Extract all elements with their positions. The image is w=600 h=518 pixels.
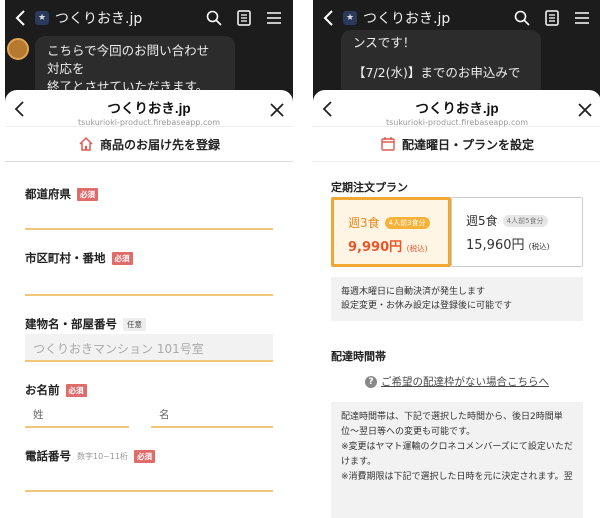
left-screen: ★ つくりおき.jp こちらで今回のお問い合わせ 対応を 終了とさせていただきま… xyxy=(5,0,293,518)
input-underline xyxy=(25,294,273,296)
menu-icon[interactable] xyxy=(573,9,591,27)
sheet-header: つくりおき.jp tsukurioki-product.firebaseapp.… xyxy=(313,90,600,127)
delivery-notes-box: 配達時間帯は、下記で選択した時間から、後日2時間単 位〜翌日等への変更も可能です… xyxy=(331,402,583,518)
delivery-time-heading: 配達時間帯 xyxy=(331,350,386,363)
sheet-header: つくりおき.jp tsukurioki-product.firebaseapp.… xyxy=(5,90,293,127)
name-field: お名前 必須 姓 名 xyxy=(25,382,273,438)
site-favicon-icon: ★ xyxy=(343,11,357,25)
plan-name: 週3食 xyxy=(348,216,380,230)
chat-line: こちらで今回のお問い合わせ xyxy=(47,43,210,58)
plan-option-5-meals[interactable]: 週5食 4人前5食分 15,960円 (税込) xyxy=(451,197,583,267)
required-badge: 必須 xyxy=(111,251,133,265)
plan-tax: (税込) xyxy=(528,242,550,251)
help-link-text: ご希望の配達枠がない場合こちらへ xyxy=(381,376,549,388)
chat-line: 【7/2(水)】までのお申込みで xyxy=(353,65,521,80)
plan-price: 9,990円 xyxy=(348,240,403,255)
sheet-url: tsukurioki-product.firebaseapp.com xyxy=(385,118,529,127)
note-line: 位〜翌日等への変更も可能です。 xyxy=(341,427,476,437)
calendar-icon xyxy=(381,137,395,151)
notes-icon[interactable] xyxy=(235,9,253,27)
delivery-help-link[interactable]: ? ご希望の配達枠がない場合こちらへ xyxy=(313,374,600,389)
building-input[interactable]: つくりおきマンション 101号室 xyxy=(25,334,273,362)
chevron-left-icon[interactable] xyxy=(13,100,25,118)
plan-heading: 定期注文プラン xyxy=(331,181,408,194)
required-badge: 必須 xyxy=(77,187,98,201)
address-form-sheet: つくりおき.jp tsukurioki-product.firebaseapp.… xyxy=(5,90,293,518)
plan-price: 15,960円 xyxy=(466,238,525,253)
plan-tax: (税込) xyxy=(406,244,428,253)
sheet-url: tsukurioki-product.firebaseapp.com xyxy=(77,118,221,127)
note-line: けます。 xyxy=(341,457,377,467)
last-name-input[interactable] xyxy=(25,426,129,428)
plan-option-3-meals[interactable]: 週3食 4人前3食分 9,990円 (税込) xyxy=(331,197,451,267)
app-header-title: つくりおき.jp xyxy=(55,11,143,27)
field-label: お名前 xyxy=(25,383,60,397)
right-screen: ★ つくりおき.jp ンスです！ 【7/2(水)】までのお申込みで つくりおき.… xyxy=(313,0,600,518)
optional-badge: 任意 xyxy=(123,317,146,331)
chat-line: 対応を xyxy=(47,61,85,76)
chevron-left-icon xyxy=(323,10,333,26)
plan-settings-sheet: つくりおき.jp tsukurioki-product.firebaseapp.… xyxy=(313,90,600,518)
info-line: 毎週木曜日に自動決済が発生します xyxy=(341,287,486,297)
avatar xyxy=(7,38,29,60)
field-label: 都道府県 xyxy=(25,187,71,201)
chevron-left-icon xyxy=(15,10,25,26)
info-line: 設定変更・お休み設定は登録後に可能です xyxy=(341,301,513,311)
phone-field[interactable]: 電話番号 数字10~11桁 必須 xyxy=(25,448,273,494)
notes-icon[interactable] xyxy=(543,9,561,27)
plan-badge: 4人前3食分 xyxy=(384,216,430,229)
back-button[interactable] xyxy=(5,0,35,36)
required-badge: 必須 xyxy=(65,383,87,397)
chevron-left-icon[interactable] xyxy=(321,100,333,118)
note-line: 配達時間帯は、下記で選択した時間から、後日2時間単 xyxy=(341,412,563,422)
home-icon xyxy=(79,136,93,151)
note-line: ※消費期限は下記で選択した日時を元に決定されます。翌 xyxy=(341,472,573,482)
plan-name: 週5食 xyxy=(466,214,498,228)
app-header-title: つくりおき.jp xyxy=(363,11,451,27)
section-title: 配達曜日・プランを設定 xyxy=(401,137,534,152)
search-icon[interactable] xyxy=(513,9,531,27)
app-header: ★ つくりおき.jp xyxy=(5,0,293,36)
first-name-label: 名 xyxy=(159,409,170,421)
city-address-field[interactable]: 市区町村・番地 必須 xyxy=(25,250,273,298)
input-underline xyxy=(25,228,273,230)
back-button[interactable] xyxy=(313,0,343,36)
input-underline xyxy=(25,490,273,492)
section-header: 配達曜日・プランを設定 xyxy=(313,126,600,162)
section-title: 商品のお届け先を登録 xyxy=(99,137,220,152)
field-label: 建物名・部屋番号 xyxy=(25,317,117,331)
sheet-title: つくりおき.jp xyxy=(415,101,499,116)
site-favicon-icon: ★ xyxy=(35,11,49,25)
plan-badge: 4人前5食分 xyxy=(502,214,548,227)
section-header: 商品のお届け先を登録 xyxy=(5,126,293,162)
form-body: 都道府県 必須 市区町村・番地 必須 建物名・部屋番号 任意 つくりおきマンション 1… xyxy=(5,162,293,518)
field-hint: 数字10~11桁 xyxy=(77,451,129,461)
chat-bubble: ンスです！ 【7/2(水)】までのお申込みで xyxy=(341,30,541,96)
field-label: 市区町村・番地 xyxy=(25,251,106,265)
close-icon[interactable] xyxy=(577,102,593,118)
question-icon: ? xyxy=(365,375,377,388)
note-line: ※変更はヤマト運輸のクロネコメンバーズにて設定いただ xyxy=(341,442,573,452)
prefecture-field[interactable]: 都道府県 必須 xyxy=(25,186,273,234)
first-name-input[interactable] xyxy=(151,426,273,428)
last-name-label: 姓 xyxy=(33,409,44,421)
chat-line: ンスです！ xyxy=(353,35,416,50)
menu-icon[interactable] xyxy=(265,9,283,27)
sheet-title: つくりおき.jp xyxy=(107,101,191,116)
search-icon[interactable] xyxy=(205,9,223,27)
building-room-field[interactable]: 建物名・部屋番号 任意 つくりおきマンション 101号室 xyxy=(25,316,273,372)
field-label: 電話番号 xyxy=(25,449,71,463)
required-badge: 必須 xyxy=(134,449,156,463)
billing-info-box: 毎週木曜日に自動決済が発生します 設定変更・お休み設定は登録後に可能です xyxy=(331,277,583,321)
close-icon[interactable] xyxy=(269,102,285,118)
